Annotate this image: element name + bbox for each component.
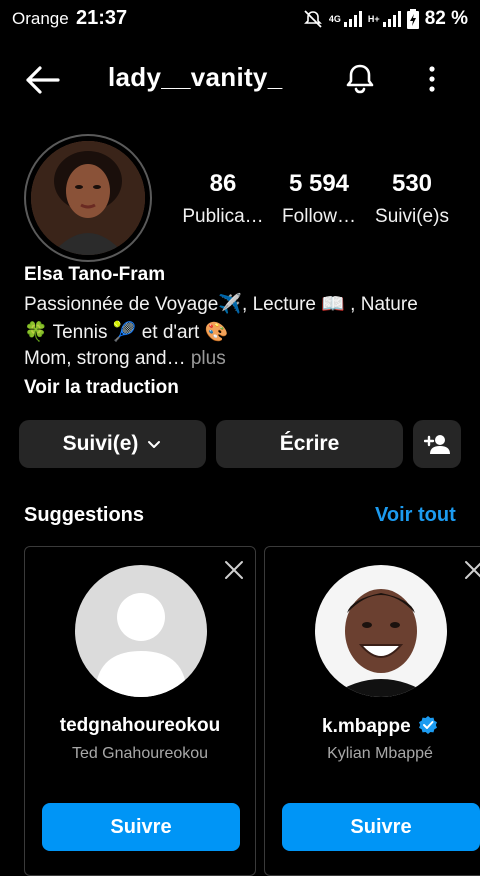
profile-full-name: Elsa Tano-Fram [24,264,166,285]
followers-label[interactable]: Follow… [276,206,362,228]
avatar-portrait [315,565,447,697]
following-button[interactable]: Suivi(e) [19,420,206,468]
network-type-2: H+ [367,14,380,24]
follow-button[interactable]: Suivre [282,803,480,851]
bio-line-3: Mom, strong and… plus [24,348,226,370]
following-button-label: Suivi(e) [62,432,139,455]
network-type: 4G [328,14,341,24]
close-icon[interactable] [463,559,480,581]
avatar-placeholder[interactable] [75,565,207,697]
followers-count[interactable]: 5 594 [272,170,366,198]
posts-label[interactable]: Publica… [178,206,268,228]
signal-icon [343,11,362,27]
bio-text: Mom, strong and… [24,348,186,369]
suggestion-name: Ted Gnahoureokou [71,745,209,762]
bio-line-2: 🍀 Tennis 🎾 et d'art 🎨 [24,322,229,343]
status-icons: 4G H+ 82 % [303,8,468,30]
back-arrow-icon[interactable] [24,64,62,96]
avatar-portrait [31,141,145,255]
avatar[interactable] [31,141,145,255]
following-label[interactable]: Suivi(e)s [368,206,456,228]
bio-more-link[interactable]: plus [186,348,226,369]
status-time: 21:37 [76,7,128,29]
posts-count[interactable]: 86 [190,170,256,198]
message-button[interactable]: Écrire [216,420,403,468]
bio-line-1: Passionnée de Voyage✈️, Lecture 📖 , Natu… [24,294,418,315]
verified-badge-icon [418,716,437,734]
more-options-icon[interactable] [420,62,444,98]
avatar[interactable] [315,565,447,697]
mute-icon [303,10,322,28]
suggestions-title: Suggestions [24,504,145,526]
bell-icon[interactable] [342,61,378,97]
following-count[interactable]: 530 [376,170,448,198]
add-user-icon [424,435,450,454]
suggestion-name: Kylian Mbappé [327,745,433,762]
signal-icon-2 [382,11,401,27]
battery-charging-icon [406,9,419,29]
carrier-name: Orange [12,9,69,28]
see-translation-link[interactable]: Voir la traduction [24,377,179,399]
profile-username: lady__vanity_ [108,62,283,92]
suggest-people-button[interactable] [413,420,461,468]
see-all-link[interactable]: Voir tout [375,504,456,527]
default-avatar-icon [75,565,207,697]
close-icon[interactable] [223,559,245,581]
suggestion-username-row[interactable]: k.mbappe [265,715,480,738]
battery-level: 82 % [424,8,468,29]
suggestion-username[interactable]: tedgnahoureokou [25,715,255,737]
suggestion-card[interactable]: tedgnahoureokou Ted Gnahoureokou Suivre [24,546,256,876]
chevron-down-icon [148,441,161,448]
message-button-label: Écrire [279,432,340,455]
follow-button[interactable]: Suivre [42,803,240,851]
suggestion-card[interactable]: k.mbappe Kylian Mbappé Suivre [264,546,480,876]
suggestion-username[interactable]: k.mbappe [322,716,411,737]
status-bar: Orange 21:37 4G H+ 82 % [0,0,480,38]
